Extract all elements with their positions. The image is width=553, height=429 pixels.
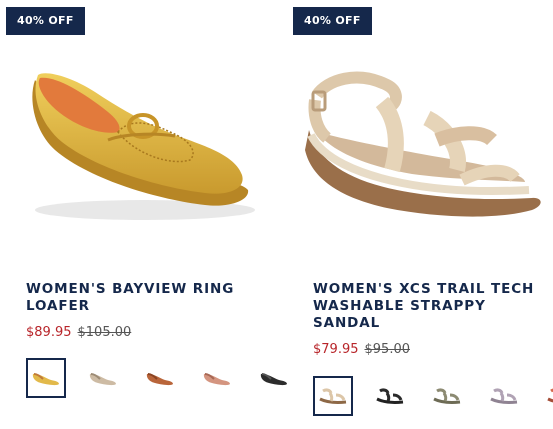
olive-sandal-thumbnail [433,388,461,404]
discount-badge: 40% OFF [293,7,372,35]
cognac-loafer-thumbnail [146,373,173,386]
coral-sandal-thumbnail [547,388,553,403]
product-image-link[interactable] [287,40,553,255]
swatch-taupe[interactable] [83,358,123,398]
original-price: $95.00 [364,342,411,357]
sale-price: $79.95 [313,342,359,357]
swatch-blush[interactable] [197,358,237,398]
original-price: $105.00 [77,325,132,340]
yellow-loafer-thumbnail [32,373,59,386]
blush-loafer-thumbnail [203,373,230,386]
sale-price: $89.95 [26,325,72,340]
lilac-sandal-thumbnail [490,388,518,404]
black-sandal-thumbnail [376,388,404,404]
product-card-xcs-sandal[interactable]: 40% OFF WOMEN'S XCS TRAIL TECH WASHABLE … [287,0,553,429]
swatch-lilac[interactable] [484,376,524,416]
beige-sandal-image [305,71,541,217]
swatch-olive[interactable] [427,376,467,416]
beige-sandal-thumbnail [319,388,347,404]
swatch-coral[interactable] [541,376,553,416]
swatch-yellow[interactable] [26,358,66,398]
product-title[interactable]: WOMEN'S BAYVIEW RING LOAFER [26,281,276,315]
product-card-bayview-loafer[interactable]: 40% OFF WOMEN'S BAYVIEW RING LOAFER $89.… [0,0,287,429]
color-swatches [313,376,553,416]
price-row: $79.95 $95.00 [313,342,410,357]
price-row: $89.95 $105.00 [26,325,131,340]
swatch-beige[interactable] [313,376,353,416]
product-image-link[interactable] [0,40,285,255]
swatch-cognac[interactable] [140,358,180,398]
color-swatches [26,358,311,398]
taupe-loafer-thumbnail [89,373,116,386]
swatch-black[interactable] [370,376,410,416]
discount-badge: 40% OFF [6,7,85,35]
yellow-loafer-image [32,73,255,220]
product-title[interactable]: WOMEN'S XCS TRAIL TECH WASHABLE STRAPPY … [313,281,548,332]
black-loafer-thumbnail [260,373,287,386]
